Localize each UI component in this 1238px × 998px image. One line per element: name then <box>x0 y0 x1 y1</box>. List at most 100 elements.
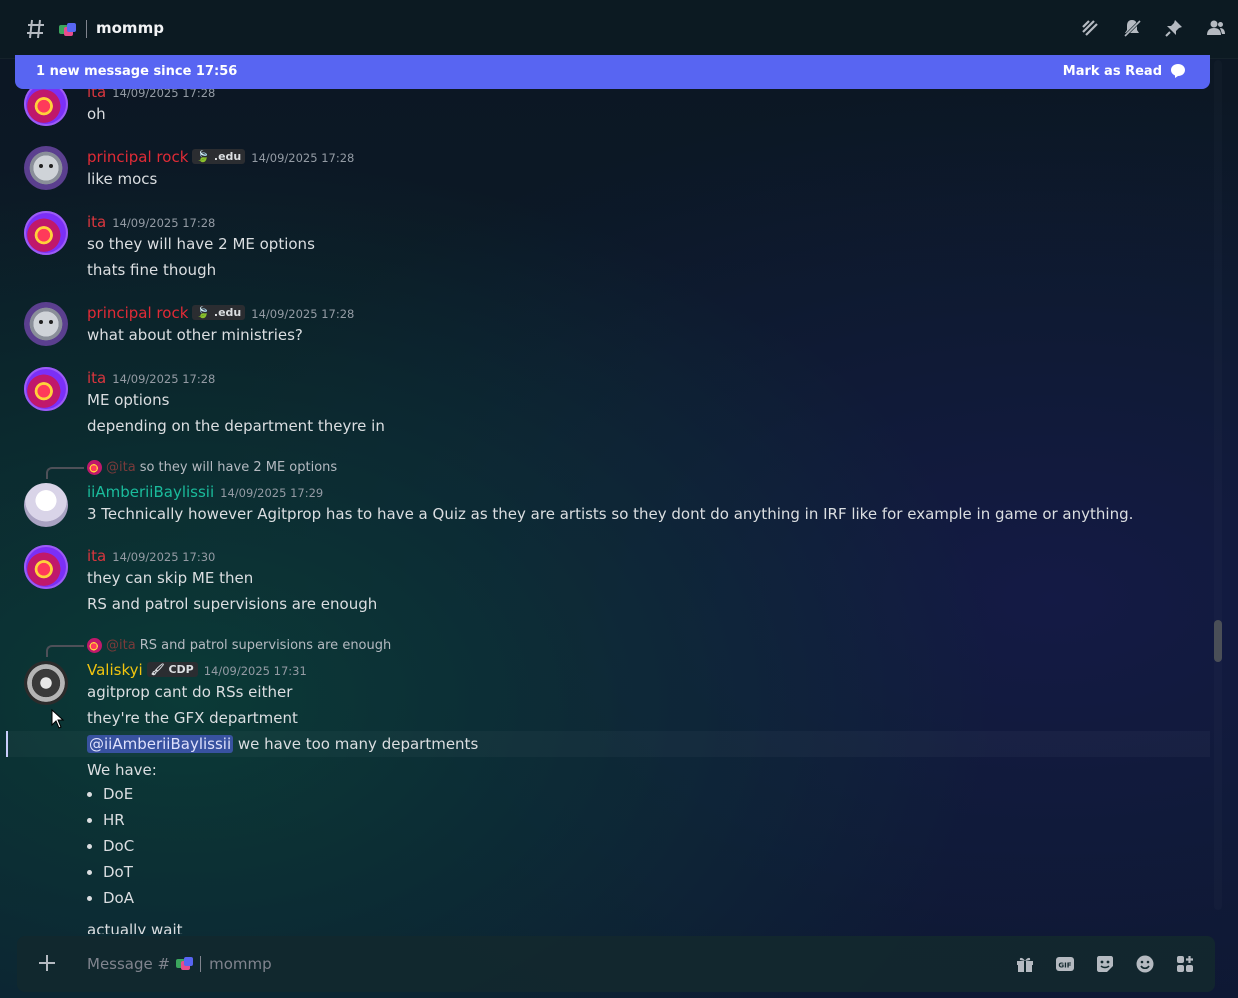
gift-icon[interactable] <box>1015 954 1035 974</box>
reply-text: so they will have 2 ME options <box>139 460 338 475</box>
author-name[interactable]: principal rock <box>87 304 188 322</box>
reply-mention: @ita <box>106 638 136 653</box>
mouse-cursor-icon <box>51 709 65 729</box>
reply-preview[interactable]: @ita RS and patrol supervisions are enou… <box>87 638 391 653</box>
list-item: DoE <box>103 781 134 807</box>
header-divider <box>86 20 87 38</box>
members-icon[interactable] <box>1206 18 1226 38</box>
placeholder-divider <box>200 956 202 972</box>
message-input[interactable]: Message # mommp <box>87 955 272 973</box>
gif-icon[interactable]: GIF <box>1055 954 1075 974</box>
message-header: principal rock 🍃 .edu 14/09/2025 17:28 <box>87 304 354 322</box>
svg-text:GIF: GIF <box>1058 962 1071 970</box>
message-text: @iiAmberiiBaylissii we have too many dep… <box>87 735 478 753</box>
message-text: they're the GFX department <box>87 709 298 727</box>
channel-hash-icon <box>27 19 44 39</box>
message-header: ita 14/09/2025 17:30 <box>87 547 215 565</box>
message-header: iiAmberiiBaylissii 14/09/2025 17:29 <box>87 483 323 501</box>
mention-rest-text: we have too many departments <box>237 735 479 753</box>
message-list[interactable]: ita 14/09/2025 17:28 oh principal rock 🍃 .… <box>0 89 1210 934</box>
timestamp: 14/09/2025 17:28 <box>112 372 216 386</box>
author-name[interactable]: principal rock <box>87 148 188 166</box>
message-text: they can skip ME then <box>87 569 254 587</box>
channel-emoji-icon <box>176 957 194 971</box>
reply-connector <box>46 645 84 657</box>
author-name[interactable]: ita <box>87 213 106 231</box>
timestamp: 14/09/2025 17:28 <box>112 89 216 100</box>
list-item: DoT <box>103 859 134 885</box>
author-name[interactable]: ita <box>87 89 106 101</box>
sticker-icon[interactable] <box>1095 954 1115 974</box>
message-text: RS and patrol supervisions are enough <box>87 595 378 613</box>
server-tag-label: .edu <box>213 306 242 319</box>
threads-icon[interactable] <box>1080 18 1100 38</box>
new-messages-banner[interactable]: 1 new message since 17:56 Mark as Read <box>15 55 1210 89</box>
channel-emoji-icon <box>59 23 76 37</box>
server-tag[interactable]: 🖌 CDP <box>146 662 198 677</box>
placeholder-prefix: Message # <box>87 955 171 973</box>
avatar[interactable] <box>24 661 68 705</box>
reply-avatar <box>87 638 102 653</box>
timestamp: 14/09/2025 17:28 <box>112 216 216 230</box>
author-name[interactable]: iiAmberiiBaylissii <box>87 483 214 501</box>
placeholder-channel: mommp <box>209 955 272 973</box>
avatar[interactable] <box>24 211 68 255</box>
channel-header: mommp <box>0 0 1238 59</box>
message-text: what about other ministries? <box>87 326 303 344</box>
user-mention[interactable]: @iiAmberiiBaylissii <box>87 735 234 753</box>
server-tag-label: CDP <box>168 663 194 676</box>
message-text: like mocs <box>87 170 158 188</box>
author-name[interactable]: Valiskyi <box>87 661 143 679</box>
timestamp: 14/09/2025 17:30 <box>112 550 216 564</box>
author-name[interactable]: ita <box>87 369 106 387</box>
emoji-icon[interactable] <box>1135 954 1155 974</box>
timestamp: 14/09/2025 17:31 <box>203 664 307 678</box>
chat-bubble-icon <box>1171 64 1185 78</box>
reply-avatar <box>87 460 102 475</box>
reply-mention: @ita <box>106 460 136 475</box>
list-item: DoC <box>103 833 134 859</box>
timestamp: 14/09/2025 17:29 <box>220 486 324 500</box>
message-header: ita 14/09/2025 17:28 <box>87 369 215 387</box>
timestamp: 14/09/2025 17:28 <box>251 151 355 165</box>
avatar[interactable] <box>24 146 68 190</box>
message-text: agitprop cant do RSs either <box>87 683 293 701</box>
reply-connector <box>46 467 84 479</box>
message-header: principal rock 🍃 .edu 14/09/2025 17:28 <box>87 148 354 166</box>
add-attachment-icon[interactable] <box>37 953 57 973</box>
reply-text: RS and patrol supervisions are enough <box>139 638 392 653</box>
message-header: ita 14/09/2025 17:28 <box>87 89 215 101</box>
message-text: We have: <box>87 761 157 779</box>
reply-preview[interactable]: @ita so they will have 2 ME options <box>87 460 337 475</box>
message-header: Valiskyi 🖌 CDP 14/09/2025 17:31 <box>87 661 307 679</box>
message-text: actually wait <box>87 921 183 934</box>
channel-title: mommp <box>96 19 164 37</box>
mark-as-read-button[interactable]: Mark as Read <box>1063 63 1186 79</box>
avatar[interactable] <box>24 367 68 411</box>
message-header: ita 14/09/2025 17:28 <box>87 213 215 231</box>
message-text: 3 Technically however Agitprop has to ha… <box>87 505 1134 523</box>
scrollbar-thumb[interactable] <box>1214 620 1222 662</box>
author-name[interactable]: ita <box>87 547 106 565</box>
scrollbar-track[interactable] <box>1214 60 1222 910</box>
department-list: DoE HR DoC DoT DoA <box>87 781 134 911</box>
list-item: HR <box>103 807 134 833</box>
avatar[interactable] <box>24 302 68 346</box>
new-messages-text: 1 new message since 17:56 <box>36 64 238 79</box>
mark-as-read-label: Mark as Read <box>1062 63 1162 79</box>
message-text: ME options <box>87 391 170 409</box>
avatar[interactable] <box>24 89 68 126</box>
server-tag[interactable]: 🍃 .edu <box>192 305 246 320</box>
avatar[interactable] <box>24 545 68 589</box>
server-tag-label: .edu <box>213 150 242 163</box>
server-tag[interactable]: 🍃 .edu <box>192 149 246 164</box>
message-text: depending on the department theyre in <box>87 417 385 435</box>
pin-icon[interactable] <box>1164 18 1184 38</box>
message-composer[interactable]: Message # mommp GIF <box>17 936 1215 992</box>
apps-icon[interactable] <box>1175 954 1195 974</box>
message-text: oh <box>87 105 106 123</box>
avatar[interactable] <box>24 483 68 527</box>
timestamp: 14/09/2025 17:28 <box>251 307 355 321</box>
mute-bell-icon[interactable] <box>1122 18 1142 38</box>
message-text: thats fine though <box>87 261 217 279</box>
